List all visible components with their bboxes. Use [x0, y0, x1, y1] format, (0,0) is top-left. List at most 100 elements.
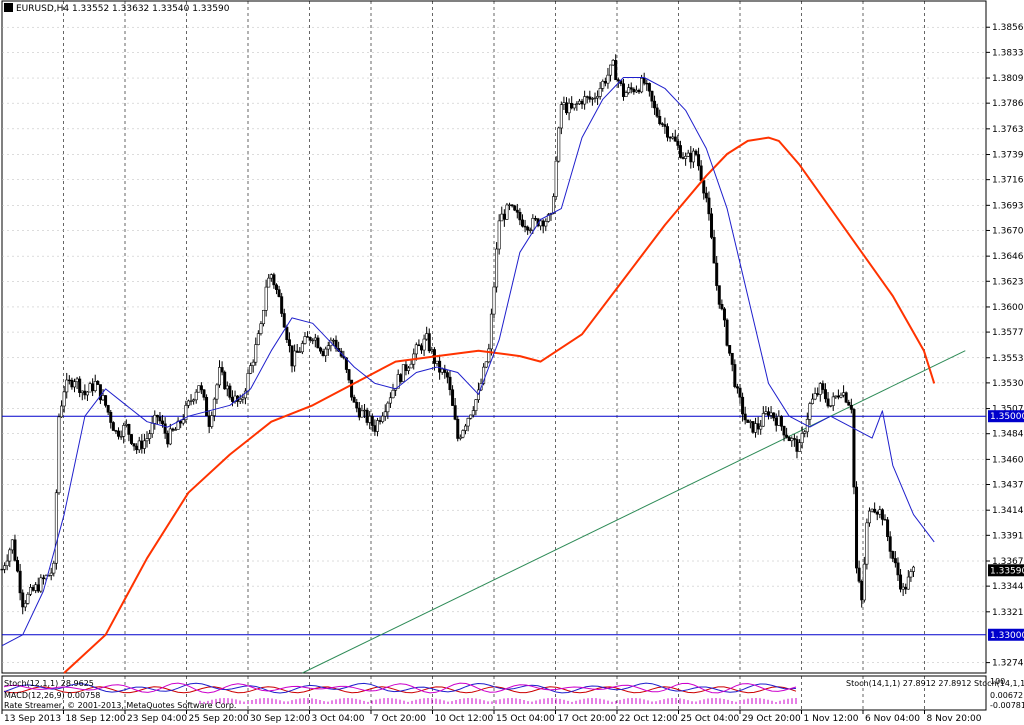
sub-axis-bottom: -0.00781 [990, 701, 1024, 710]
price-tick-label: 1.37395 [992, 151, 1024, 161]
chart-menu-icon[interactable] [4, 3, 13, 12]
candle-body [836, 395, 840, 398]
candle-body [803, 431, 807, 434]
candle-body [899, 574, 903, 590]
candle-body [886, 519, 890, 537]
candle-body [829, 405, 833, 407]
price-chart[interactable]: EURUSD,H4 1.33552 1.33632 1.33540 1.3359… [0, 0, 1024, 725]
candle-body [357, 407, 361, 418]
candle-body [285, 326, 289, 340]
candle-body [391, 389, 395, 399]
candle-body [508, 204, 512, 206]
candle-body [18, 570, 22, 594]
price-tick-label: 1.35770 [992, 328, 1024, 338]
candle-body [883, 519, 887, 521]
candle-body [665, 126, 669, 138]
candle-body [290, 345, 294, 367]
candle-body [782, 425, 786, 436]
time-axis[interactable]: 13 Sep 2013 18 Sep 12:00 23 Sep 04:00 25 Se… [1, 710, 982, 724]
candle-body [857, 567, 861, 582]
candle-body [375, 420, 379, 432]
current-price-badge-label: 1.33590 [990, 566, 1024, 576]
time-tick-label: 25 Oct 04:00 [681, 714, 740, 724]
candle-body [660, 123, 664, 125]
candle-body [570, 102, 574, 109]
candle-body [523, 225, 527, 228]
candle-body [629, 87, 633, 90]
candle-body [31, 587, 35, 591]
candle-body [642, 77, 646, 84]
candle-body [893, 558, 897, 564]
candle-body [769, 412, 773, 416]
candle-body [808, 403, 812, 420]
candle-body [761, 413, 765, 427]
candle-body [451, 389, 455, 406]
price-tick-label: 1.33445 [992, 582, 1024, 592]
candle-body [583, 96, 587, 105]
candle-body [60, 405, 64, 418]
candle-body [458, 436, 462, 439]
candle-body [148, 433, 152, 439]
candle-body [192, 399, 196, 402]
candle-body [725, 319, 729, 346]
candle-body [269, 274, 273, 279]
candle-body [171, 428, 175, 431]
candle-body [673, 136, 677, 142]
candle-body [562, 102, 566, 105]
candle-body [880, 509, 884, 520]
candle-body [528, 229, 532, 232]
candle-body [741, 396, 745, 415]
candle-body [621, 83, 625, 97]
time-tick-label: 6 Nov 04:00 [865, 714, 920, 724]
price-tick-label: 1.38330 [992, 48, 1024, 58]
candle-body [238, 398, 242, 402]
candle-body [249, 365, 253, 374]
candle-body [282, 313, 286, 328]
candle-body [593, 97, 597, 100]
candle-body [34, 584, 38, 591]
candle-body [831, 396, 835, 406]
candle-body [855, 486, 859, 569]
candle-body [559, 104, 563, 129]
candle-body [614, 60, 618, 81]
candle-body [678, 145, 682, 158]
time-tick-label: 13 Sep 2013 [4, 714, 61, 724]
candle-body [267, 277, 271, 288]
price-tick-label: 1.36700 [992, 226, 1024, 236]
candle-body [839, 394, 843, 398]
candle-body [145, 438, 149, 442]
candle-body [502, 213, 506, 220]
candle-body [440, 368, 444, 373]
price-tick-label: 1.37630 [992, 125, 1024, 135]
candle-body [557, 127, 561, 162]
candle-body [363, 409, 367, 412]
candle-body [401, 364, 405, 382]
candle-body [867, 510, 871, 524]
candle-body [23, 603, 27, 608]
candle-body [5, 560, 9, 567]
candle-body [83, 390, 87, 396]
candle-body [26, 593, 30, 604]
price-tick-label: 1.34140 [992, 506, 1024, 516]
time-tick-label: 22 Oct 12:00 [619, 714, 678, 724]
time-tick-label: 29 Oct 20:00 [742, 714, 801, 724]
candle-body [370, 416, 374, 426]
candle-body [41, 577, 45, 580]
candle-body [497, 220, 501, 250]
candle-body [73, 381, 77, 388]
candle-body [464, 425, 468, 431]
candle-body [166, 433, 170, 445]
candle-body [873, 508, 877, 513]
symbol-quote-text: EURUSD,H4 1.33552 1.33632 1.33540 1.3359… [16, 4, 230, 14]
price-tick-label: 1.33210 [992, 608, 1024, 618]
candle-body [544, 221, 548, 227]
price-tick-label: 1.38095 [992, 74, 1024, 84]
candle-body [834, 395, 838, 398]
candle-body [738, 387, 742, 398]
candle-body [572, 103, 576, 109]
price-tick-label: 1.35535 [992, 354, 1024, 364]
candle-body [774, 417, 778, 426]
copyright-text: Rate Streamer, © 2001-2013, MetaQuotes S… [4, 701, 236, 710]
candle-body [609, 64, 613, 76]
candle-body [277, 289, 281, 297]
